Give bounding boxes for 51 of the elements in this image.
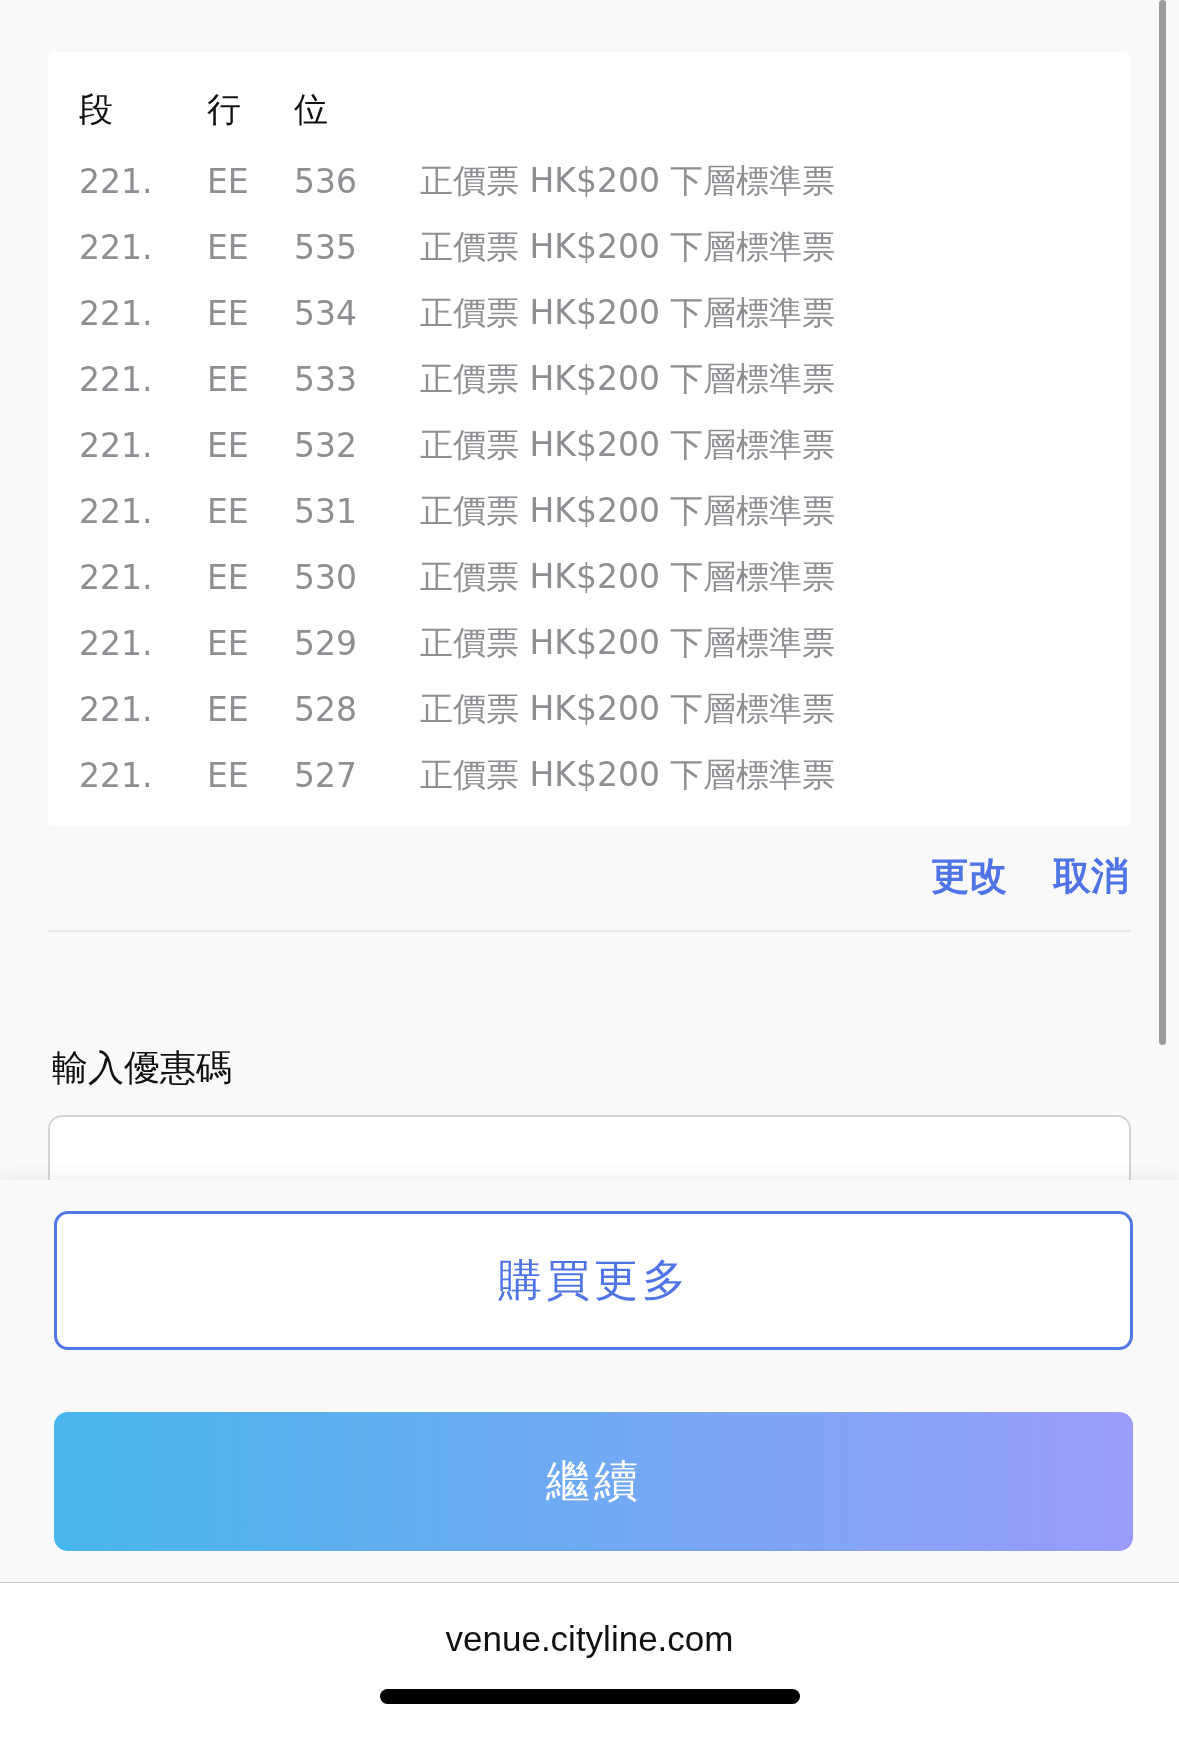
table-cell-text: 536: [294, 161, 358, 201]
table-cell-text: 正價票 HK$200 下層標準票: [420, 687, 837, 730]
promo-code-input[interactable]: [48, 1115, 1131, 1180]
table-cell-text: 正價票 HK$200 下層標準票: [420, 555, 837, 598]
table-cell-text: 221.: [79, 359, 154, 399]
table-cell-text: 221.: [79, 227, 154, 267]
table-cell-text: EE: [207, 491, 250, 531]
table-cell-text: 221.: [79, 161, 154, 201]
table-cell-text: 221.: [79, 623, 154, 663]
table-cell-text: 533: [294, 359, 358, 399]
table-cell-text: EE: [207, 161, 250, 201]
table-cell-text: 532: [294, 425, 358, 465]
table-cell-text: EE: [207, 227, 250, 267]
table-cell-text: 正價票 HK$200 下層標準票: [420, 225, 837, 268]
table-cell-text: EE: [207, 623, 250, 663]
buy-more-button[interactable]: 購買更多: [54, 1211, 1133, 1350]
table-cell-text: 正價票 HK$200 下層標準票: [420, 357, 837, 400]
action-link[interactable]: 取消: [1053, 854, 1129, 910]
table-cell-text: 221.: [79, 491, 154, 531]
table-cell-text: 221.: [79, 755, 154, 795]
table-cell-text: 221.: [79, 689, 154, 729]
table-cell-text: EE: [207, 293, 250, 333]
table-cell-text: EE: [207, 557, 250, 597]
table-cell-text: 535: [294, 227, 358, 267]
url-text[interactable]: venue.cityline.com: [445, 1619, 734, 1659]
table-cell-text: 529: [294, 623, 358, 663]
column-header: 段: [79, 88, 114, 131]
table-cell-text: 正價票 HK$200 下層標準票: [420, 291, 837, 334]
table-cell-text: 正價票 HK$200 下層標準票: [420, 489, 837, 532]
scrollbar[interactable]: [1159, 0, 1166, 1045]
table-cell-text: EE: [207, 359, 250, 399]
table-cell-text: 221.: [79, 557, 154, 597]
table-cell-text: 527: [294, 755, 358, 795]
table-cell-text: 221.: [79, 425, 154, 465]
table-cell-text: 正價票 HK$200 下層標準票: [420, 159, 837, 202]
action-link[interactable]: 更改: [931, 854, 1007, 910]
table-cell-text: 534: [294, 293, 358, 333]
table-cell-text: 正價票 HK$200 下層標準票: [420, 621, 837, 664]
continue-button[interactable]: 繼續: [54, 1412, 1133, 1551]
table-cell-text: 528: [294, 689, 358, 729]
column-header: 位: [294, 88, 329, 131]
table-cell-text: EE: [207, 425, 250, 465]
table-cell-text: 221.: [79, 293, 154, 333]
table-cell-text: EE: [207, 755, 250, 795]
table-cell-text: 530: [294, 557, 358, 597]
table-cell-text: 531: [294, 491, 358, 531]
promo-code-label: 輸入優惠碼: [51, 1046, 233, 1090]
table-cell-text: 正價票 HK$200 下層標準票: [420, 423, 837, 466]
table-cell-text: EE: [207, 689, 250, 729]
table-cell-text: 正價票 HK$200 下層標準票: [420, 753, 837, 796]
column-header: 行: [207, 88, 242, 131]
